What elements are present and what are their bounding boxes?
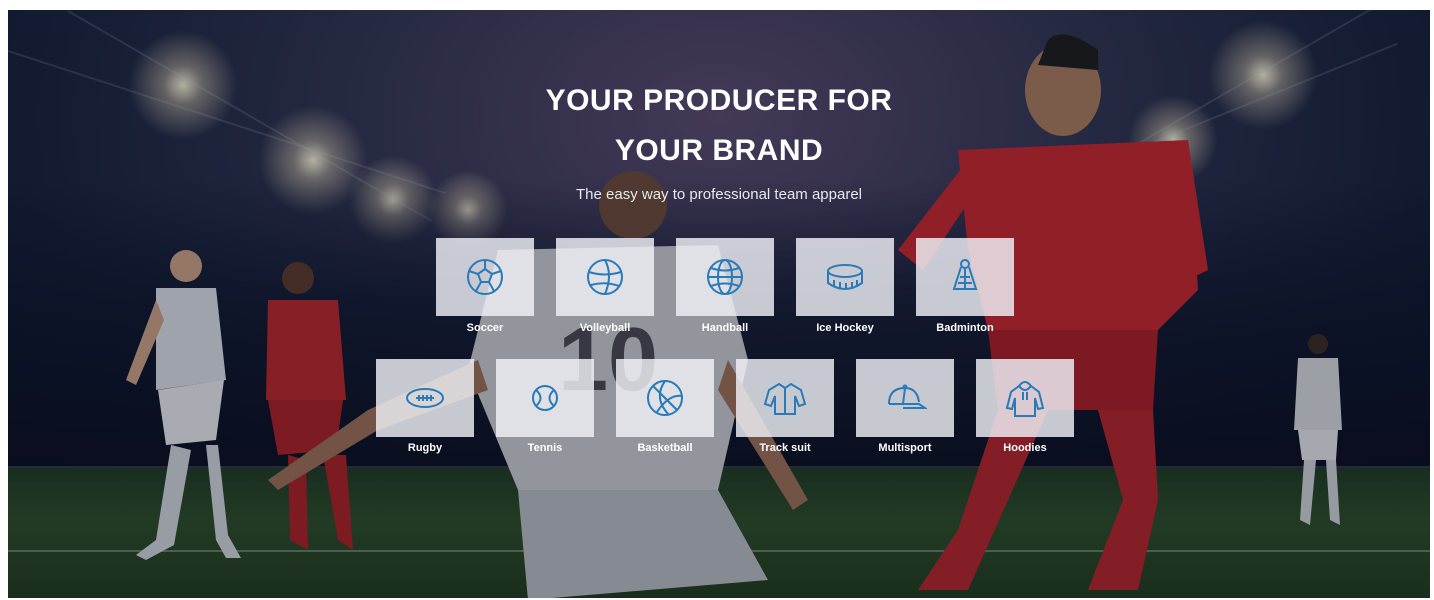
- sport-label-ice-hockey: Ice Hockey: [816, 322, 874, 334]
- sport-label-basketball: Basketball: [637, 442, 693, 454]
- sport-tile-track-suit[interactable]: [736, 359, 834, 437]
- sport-tile-ice-hockey[interactable]: [796, 238, 894, 316]
- track-suit-icon: [763, 382, 807, 415]
- hero-banner: 10 YOUR PRODUCER FOR YOUR BRAND The easy…: [8, 10, 1430, 598]
- sport-label-soccer: Soccer: [466, 322, 504, 334]
- hockey-puck-icon: [827, 264, 863, 290]
- cap-icon: [888, 384, 927, 409]
- sport-label-hoodies: Hoodies: [1003, 442, 1047, 454]
- soccer-ball-icon: [467, 259, 503, 295]
- sport-tile-badminton[interactable]: [916, 238, 1014, 316]
- handball-icon: [707, 259, 743, 295]
- hero-tagline: The easy way to professional team appare…: [576, 186, 862, 203]
- sport-label-rugby: Rugby: [407, 442, 443, 454]
- hoodie-icon: [1005, 381, 1045, 417]
- sport-tile-hoodies[interactable]: [976, 359, 1074, 437]
- sport-label-handball: Handball: [701, 322, 749, 334]
- shuttlecock-icon: [952, 259, 978, 290]
- volleyball-icon: [587, 259, 623, 295]
- sport-label-badminton: Badminton: [936, 322, 994, 334]
- sport-tile-multisport[interactable]: [856, 359, 954, 437]
- sport-tile-handball[interactable]: [676, 238, 774, 316]
- rugby-ball-icon: [406, 388, 444, 408]
- sport-tile-tennis[interactable]: [496, 359, 594, 437]
- sport-label-multisport: Multisport: [878, 442, 932, 454]
- hero-title-line-1: YOUR PRODUCER FOR: [545, 84, 893, 117]
- sport-tile-soccer[interactable]: [436, 238, 534, 316]
- sport-label-track-suit: Track suit: [759, 442, 811, 454]
- sport-tile-rugby[interactable]: [376, 359, 474, 437]
- basketball-icon: [647, 380, 683, 416]
- sport-tile-volleyball[interactable]: [556, 238, 654, 316]
- tennis-ball-icon: [532, 385, 558, 411]
- hero-title-line-2: YOUR BRAND: [614, 134, 824, 167]
- sport-label-volleyball: Volleyball: [579, 322, 631, 334]
- sport-label-tennis: Tennis: [527, 442, 563, 454]
- sport-tile-basketball[interactable]: [616, 359, 714, 437]
